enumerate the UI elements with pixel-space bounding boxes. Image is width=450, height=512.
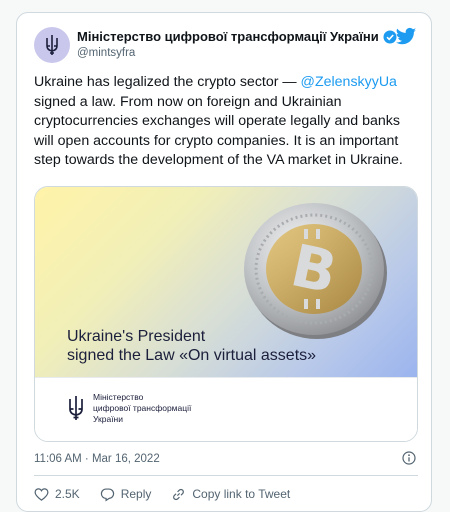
headline-line2: signed the Law «On virtual assets» bbox=[67, 347, 317, 364]
twitter-bird-icon[interactable] bbox=[395, 27, 417, 47]
tweet-actions: 2.5K Reply Copy link to Tweet bbox=[34, 483, 310, 505]
link-icon bbox=[173, 488, 185, 500]
account-handle[interactable]: @mintsyfra bbox=[77, 47, 135, 59]
account-name-text[interactable]: Міністерство цифрової трансформації Укра… bbox=[77, 29, 379, 44]
copy-link-label: Copy link to Tweet bbox=[192, 487, 291, 501]
ministry-line1: Міністерство bbox=[93, 392, 144, 402]
account-avatar[interactable] bbox=[34, 27, 70, 63]
bitcoin-coin-image: B bbox=[244, 203, 387, 339]
tweet-text-part2: signed a law. From now on foreign and Uk… bbox=[34, 93, 403, 169]
info-icon[interactable] bbox=[402, 451, 416, 465]
heart-icon bbox=[34, 487, 49, 501]
like-count: 2.5K bbox=[55, 487, 80, 501]
media-headline: Ukraine's President signed the Law «On v… bbox=[67, 327, 316, 365]
media-footer: Міністерство цифрової трансформації Укра… bbox=[35, 377, 417, 441]
like-button[interactable]: 2.5K bbox=[34, 487, 80, 502]
trident-icon bbox=[69, 396, 83, 420]
trident-icon bbox=[46, 35, 58, 55]
divider bbox=[34, 475, 418, 476]
reply-label: Reply bbox=[120, 487, 152, 501]
copy-link-button[interactable]: Copy link to Tweet bbox=[171, 487, 290, 502]
mention-link[interactable]: @ZelenskyyUa bbox=[301, 74, 397, 90]
reply-icon bbox=[100, 487, 114, 502]
media-banner: B Ukraine's President signed the Law «On… bbox=[35, 187, 417, 377]
headline-line1: Ukraine's President bbox=[67, 328, 206, 345]
tweet-timestamp[interactable]: 11:06 AM · Mar 16, 2022 bbox=[34, 453, 160, 465]
ministry-logo-text: Міністерство цифрової трансформації Укра… bbox=[93, 392, 233, 425]
account-name[interactable]: Міністерство цифрової трансформації Укра… bbox=[77, 29, 397, 44]
reply-button[interactable]: Reply bbox=[100, 487, 152, 502]
tweet-card[interactable]: Міністерство цифрової трансформації Укра… bbox=[16, 12, 432, 512]
tweet-media[interactable]: B Ukraine's President signed the Law «On… bbox=[34, 186, 418, 442]
ministry-line3: України bbox=[93, 414, 123, 424]
ministry-line2: цифрової трансформації bbox=[93, 403, 192, 413]
tweet-text-part1: Ukraine has legalized the crypto sector … bbox=[34, 74, 301, 90]
tweet-text: Ukraine has legalized the crypto sector … bbox=[34, 73, 419, 171]
